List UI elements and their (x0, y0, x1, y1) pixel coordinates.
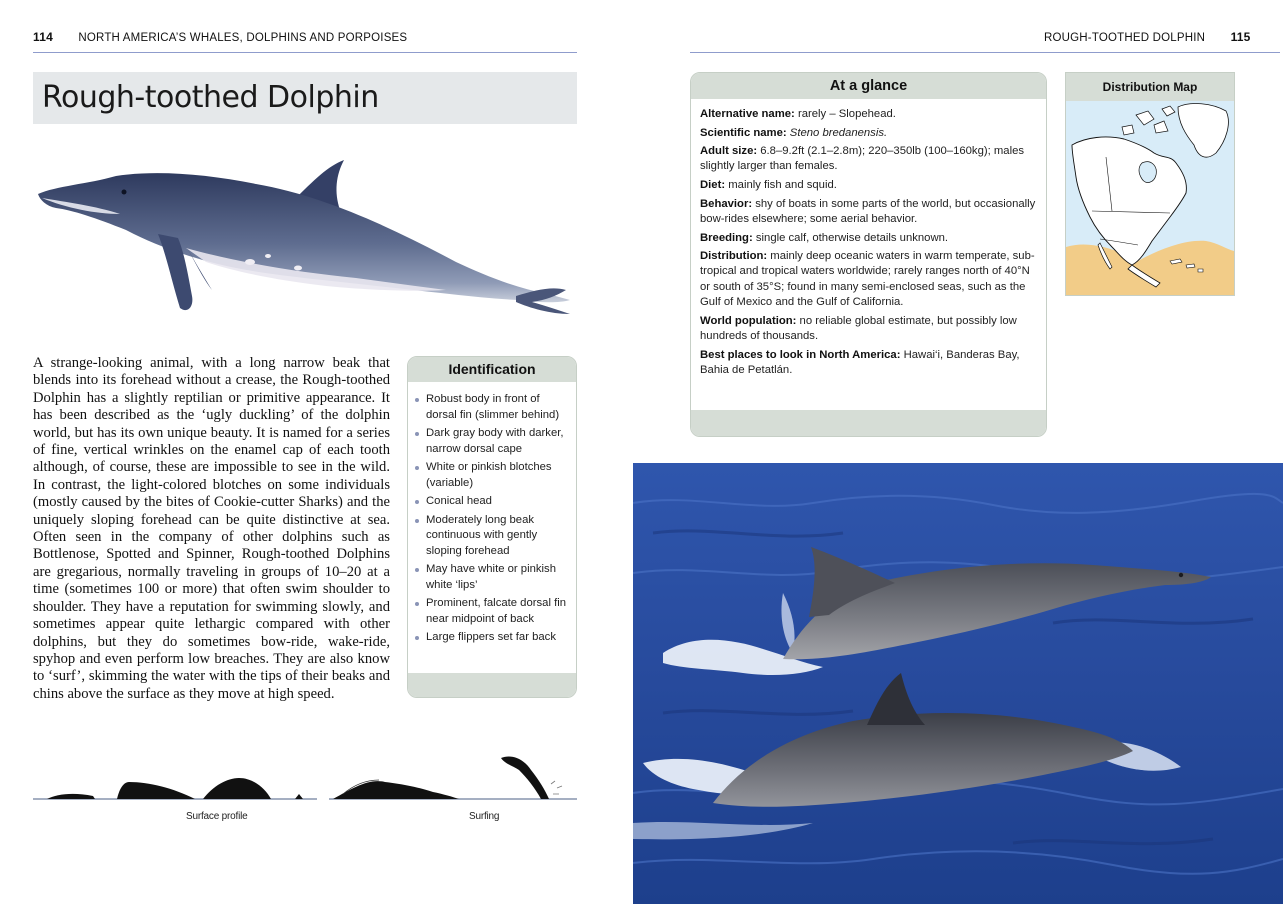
identification-item: Dark gray body with darker, narrow dorsa… (414, 426, 573, 457)
distribution-map (1066, 101, 1234, 295)
glance-entry-world-population: World population: no reliable global est… (700, 314, 1017, 342)
identification-list: Robust body in front of dorsal fin (slim… (408, 382, 576, 646)
glance-entry-breeding: Breeding: single calf, otherwise details… (700, 231, 949, 244)
species-description: A strange-looking animal, with a long na… (33, 355, 390, 702)
glance-entry-adult-size: Adult size: 6.8–9.2ft (2.1–2.8m); 220–35… (700, 145, 1025, 173)
at-a-glance-footer-band (691, 410, 1046, 436)
glance-entry-scientific-name: Scientific name: Steno bredanensis. (700, 126, 888, 139)
at-a-glance-panel: At a glance Alternative name: rarely – S… (690, 72, 1047, 437)
right-running-head: ROUGH-TOOTHED DOLPHIN (1044, 32, 1206, 44)
glance-entry-alternative-name: Alternative name: rarely – Slopehead. (700, 108, 896, 120)
right-header-rule (690, 52, 1280, 53)
right-page-number: 115 (1230, 30, 1251, 44)
left-running-header: 114 NORTH AMERICA’S WHALES, DOLPHINS AND… (33, 30, 407, 44)
identification-footer-band (408, 673, 576, 697)
title-band: Rough-toothed Dolphin (33, 72, 577, 124)
identification-heading: Identification (408, 357, 576, 382)
left-page-number: 114 (33, 30, 53, 44)
caption-surface-profile: Surface profile (186, 811, 248, 822)
at-a-glance-body: Alternative name: rarely – Slopehead. Sc… (691, 99, 1046, 378)
left-header-rule (33, 52, 577, 53)
dolphins-photo (633, 463, 1283, 904)
glance-entry-best-places: Best places to look in North America: Ha… (700, 348, 1020, 376)
species-title: Rough-toothed Dolphin (42, 80, 379, 115)
identification-item: White or pinkish blotches (variable) (414, 460, 573, 491)
distribution-map-heading: Distribution Map (1066, 73, 1234, 101)
identification-item: Robust body in front of dorsal fin (slim… (414, 392, 573, 423)
identification-item: Moderately long beak continuous with gen… (414, 513, 573, 560)
caption-surfing: Surfing (469, 811, 500, 822)
left-running-head: NORTH AMERICA’S WHALES, DOLPHINS AND POR… (78, 32, 408, 44)
glance-entry-behavior: Behavior: shy of boats in some parts of … (700, 197, 1036, 225)
distribution-map-panel: Distribution Map (1065, 72, 1235, 296)
surface-profile-illustration (33, 756, 577, 800)
identification-item: Conical head (414, 494, 573, 510)
identification-item: Large flippers set far back (414, 630, 573, 646)
glance-entry-distribution: Distribution: mainly deep oceanic waters… (700, 250, 1035, 309)
at-a-glance-heading: At a glance (691, 73, 1046, 99)
identification-item: Prominent, falcate dorsal fin near midpo… (414, 596, 573, 627)
glance-entry-diet: Diet: mainly fish and squid. (700, 179, 837, 192)
identification-item: May have white or pinkish white ‘lips’ (414, 562, 573, 593)
dolphin-illustration (38, 160, 570, 314)
identification-panel: Identification Robust body in front of d… (407, 356, 577, 698)
right-running-header: ROUGH-TOOTHED DOLPHIN 115 (1044, 30, 1251, 44)
